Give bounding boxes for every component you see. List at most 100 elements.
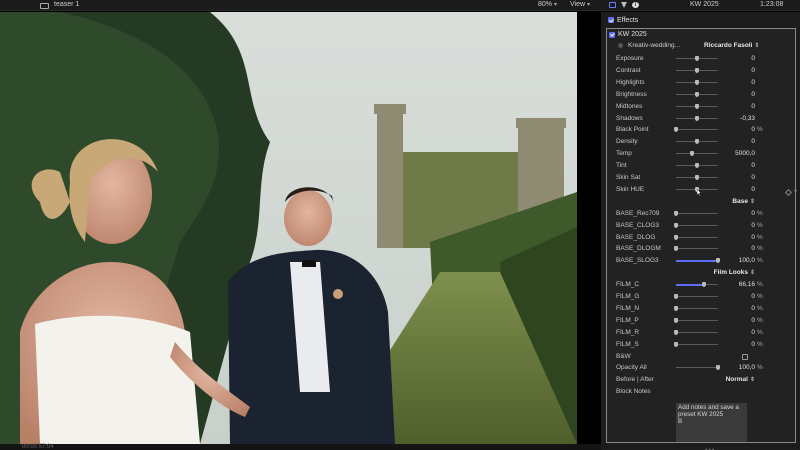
slider-knob[interactable]	[695, 139, 699, 145]
param-label: BASE_Rec709	[616, 209, 660, 217]
param-slider[interactable]	[676, 163, 718, 169]
param-value[interactable]: 0	[751, 222, 755, 229]
param-slider[interactable]	[676, 91, 718, 97]
inspector-title: KW 2025	[690, 1, 719, 8]
effects-section-header[interactable]: Effects	[608, 15, 638, 25]
param-value[interactable]: 0	[751, 293, 755, 300]
param-slider[interactable]	[676, 139, 718, 145]
param-value[interactable]: 0	[751, 186, 755, 193]
zoom-menu[interactable]: 80% ▾	[538, 1, 557, 8]
param-value[interactable]: 0	[751, 174, 755, 181]
param-value[interactable]: 66,16	[739, 281, 755, 288]
param-slider[interactable]	[676, 56, 718, 61]
param-value[interactable]: 0	[751, 162, 755, 169]
slider-knob[interactable]	[674, 305, 678, 311]
section-header[interactable]: Base ⇕	[616, 197, 796, 207]
bw-checkbox[interactable]	[742, 353, 748, 360]
view-menu[interactable]: View ▾	[570, 1, 590, 8]
effects-enable-checkbox[interactable]	[608, 17, 614, 23]
slider-knob[interactable]	[674, 222, 678, 228]
param-unit: %	[757, 293, 763, 300]
param-slider[interactable]	[676, 103, 718, 109]
param-unit: %	[757, 221, 763, 229]
slider-knob[interactable]	[695, 67, 699, 73]
param-slider[interactable]	[676, 258, 720, 264]
param-value[interactable]: 5000,0	[735, 150, 755, 157]
param-value[interactable]: 0	[751, 317, 755, 324]
param-unit: %	[757, 281, 763, 289]
param-value[interactable]: 0	[751, 341, 755, 348]
param-unit: %	[757, 245, 763, 253]
chevron-down-icon[interactable]: ▾	[794, 188, 797, 195]
param-slider[interactable]	[674, 329, 718, 335]
param-slider[interactable]	[674, 246, 718, 252]
param-value[interactable]: -0,33	[740, 115, 755, 122]
param-row: BASE_CLOG3 0%	[616, 221, 796, 231]
slider-knob[interactable]	[701, 282, 706, 288]
slider-knob[interactable]	[674, 329, 678, 335]
param-slider[interactable]	[676, 151, 718, 157]
param-label: Opacity All	[616, 364, 647, 372]
effect-header[interactable]: KW 2025	[609, 30, 647, 39]
slider-knob[interactable]	[716, 365, 720, 371]
param-slider[interactable]	[674, 294, 718, 299]
param-slider[interactable]	[676, 115, 718, 121]
slider-knob[interactable]	[695, 79, 699, 85]
slider-knob[interactable]	[694, 115, 699, 121]
before-after-dropdown[interactable]: Normal ⇕	[726, 376, 755, 383]
param-value[interactable]: 0	[751, 91, 755, 98]
param-slider[interactable]	[676, 79, 718, 85]
slider-knob[interactable]	[674, 246, 678, 252]
param-slider[interactable]	[674, 234, 718, 240]
param-value[interactable]: 100,0	[739, 257, 755, 264]
param-value[interactable]: 0	[751, 67, 755, 74]
color-inspector-icon[interactable]	[621, 2, 628, 8]
param-value[interactable]: 0	[751, 210, 755, 217]
video-inspector-icon[interactable]	[609, 2, 616, 8]
section-header[interactable]: Film Looks ⇕	[616, 268, 796, 278]
param-value[interactable]: 0	[751, 79, 755, 86]
slider-knob[interactable]	[674, 234, 678, 240]
info-icon[interactable]: i	[632, 2, 639, 8]
param-row: FILM_N 0%	[616, 304, 796, 314]
param-slider[interactable]	[676, 67, 718, 73]
param-slider[interactable]	[674, 127, 718, 133]
slider-knob[interactable]	[716, 258, 720, 264]
slider-knob[interactable]	[674, 317, 678, 323]
param-slider[interactable]	[676, 282, 718, 288]
param-label: Skin HUE	[616, 185, 645, 193]
slider-knob[interactable]	[695, 103, 699, 109]
slider-knob[interactable]	[674, 127, 678, 133]
param-value[interactable]: 0	[751, 329, 755, 336]
clip-icon	[40, 2, 49, 9]
notes-textarea[interactable]: Add notes and save a preset KW 2025 B	[676, 403, 747, 442]
slider-knob[interactable]	[674, 294, 678, 299]
slider-knob[interactable]	[695, 56, 699, 61]
author-dropdown[interactable]: Riccardo Fasoli ⇕	[704, 42, 759, 49]
video-viewer[interactable]	[0, 12, 577, 444]
param-slider[interactable]	[676, 365, 720, 371]
param-value[interactable]: 0	[751, 126, 755, 133]
param-slider[interactable]	[674, 341, 718, 347]
section-dropdown[interactable]: Base ⇕	[732, 198, 755, 205]
param-value[interactable]: 0	[751, 234, 755, 241]
slider-knob[interactable]	[689, 151, 694, 157]
slider-knob[interactable]	[695, 175, 699, 180]
param-value[interactable]: 100,0	[739, 364, 755, 371]
param-value[interactable]: 0	[751, 305, 755, 312]
slider-knob[interactable]	[674, 210, 678, 216]
slider-knob[interactable]	[695, 91, 699, 97]
section-dropdown[interactable]: Film Looks ⇕	[714, 269, 755, 276]
param-slider[interactable]	[674, 305, 718, 311]
param-value[interactable]: 0	[751, 55, 755, 62]
param-slider[interactable]	[674, 210, 718, 216]
slider-knob[interactable]	[674, 341, 678, 347]
param-slider[interactable]	[676, 175, 718, 180]
param-value[interactable]: 0	[751, 138, 755, 145]
effect-enable-checkbox[interactable]	[609, 31, 615, 38]
param-value[interactable]: 0	[751, 103, 755, 110]
slider-knob[interactable]	[695, 163, 699, 169]
param-slider[interactable]	[674, 317, 718, 323]
param-value[interactable]: 0	[751, 245, 755, 252]
param-slider[interactable]	[674, 222, 718, 228]
